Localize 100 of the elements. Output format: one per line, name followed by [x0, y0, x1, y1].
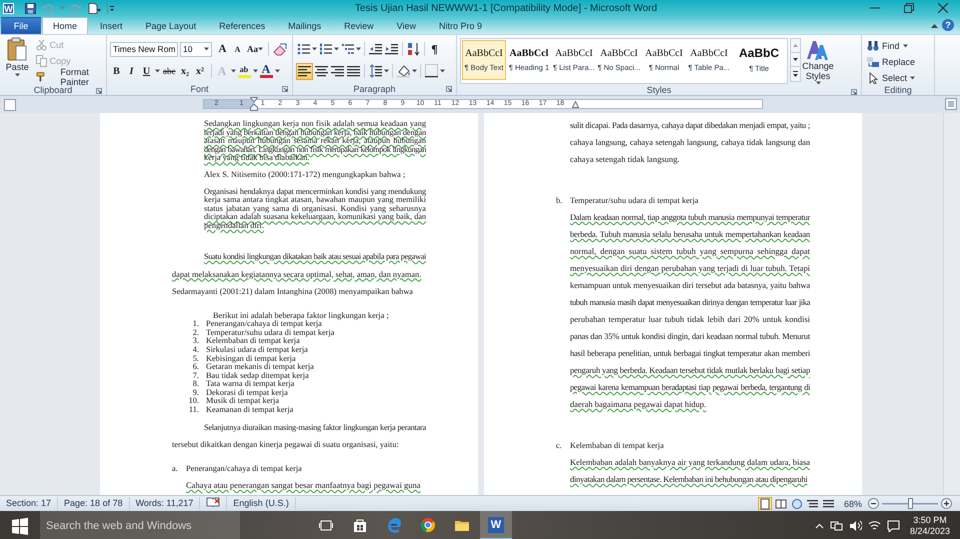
taskbar-app-button[interactable]: W: [480, 511, 512, 539]
scissors-icon: [36, 38, 47, 50]
align-left-icon: [298, 64, 311, 78]
highlight-button[interactable]: ab: [238, 64, 250, 78]
dialog-launcher-icon[interactable]: [282, 86, 288, 92]
minimize-icon: [870, 7, 880, 9]
spacing-button[interactable]: [368, 62, 383, 80]
styles-letters-icon: [806, 39, 830, 61]
caret-icon: [230, 69, 236, 73]
paste-button[interactable]: Paste: [3, 37, 32, 84]
select-button[interactable]: Select: [865, 70, 918, 85]
paragraph-text: Cahaya atau penerangan sangat besar manfaatnya bagi pegawai guna: [186, 479, 422, 492]
zoom-level[interactable]: 68%: [844, 498, 862, 508]
list-item-text: Keamanan di tempat kerja: [206, 406, 294, 415]
list-item-text: Kelembaban di tempat kerja: [206, 337, 300, 346]
language-indicator[interactable]: English (U.S.): [227, 497, 296, 510]
numbering-button[interactable]: [318, 40, 333, 58]
caret-icon: [274, 69, 280, 73]
page-icon: [758, 498, 771, 510]
list-item-text: Penerangan/cahaya di tempat kerja: [206, 320, 322, 329]
view-button[interactable]: [774, 497, 788, 510]
notification-icon[interactable]: [886, 520, 900, 532]
collapse-ribbon-icon[interactable]: [931, 22, 938, 28]
zoom-slider-thumb[interactable]: [908, 498, 913, 509]
chevron-up-icon[interactable]: [814, 522, 824, 528]
dialog-launcher-icon[interactable]: [851, 89, 857, 95]
speaker-icon[interactable]: [848, 520, 862, 531]
save-icon[interactable]: [25, 2, 36, 14]
ribbon-tab[interactable]: Review: [333, 17, 385, 34]
page-indicator[interactable]: Page: 18 of 78: [58, 497, 130, 510]
decrease-indent-icon: [369, 42, 382, 56]
grow-font-button[interactable]: A: [216, 40, 229, 58]
wifi-icon[interactable]: [868, 520, 881, 531]
align-left-button[interactable]: [296, 62, 313, 80]
font-size-field[interactable]: 10: [180, 42, 212, 56]
ribbon-tab[interactable]: View: [386, 17, 427, 34]
tab-selector-icon[interactable]: [4, 98, 16, 110]
caret-icon: [155, 69, 160, 73]
clock-time[interactable]: 3:50 PM: [913, 514, 947, 526]
view-button[interactable]: [806, 497, 820, 510]
paragraph-text: Suatu kondisi lingkungan dikatakan baik atau sesuai apabila para pegawai dapat melaksanakan kegiatannya secara optimal, sehat, aman, dan nyaman.: [172, 251, 426, 281]
ribbon-tab[interactable]: Page Layout: [134, 17, 208, 34]
clock-date[interactable]: 8/24/2023: [910, 526, 950, 536]
group-label: Paragraph: [353, 84, 396, 94]
ribbon-tab[interactable]: Insert: [89, 17, 134, 34]
section-indicator[interactable]: Section: 17: [0, 497, 58, 510]
browser-e-icon: [386, 516, 402, 532]
view-button[interactable]: [822, 497, 836, 510]
show-marks-button[interactable]: ¶: [428, 40, 441, 58]
customize-menu-icon[interactable]: [107, 2, 114, 14]
view-ruler-icon[interactable]: [945, 98, 957, 110]
subscript-button[interactable]: x₂: [178, 62, 192, 80]
list-number: 10.: [188, 397, 200, 406]
dialog-launcher-icon[interactable]: [446, 86, 452, 92]
shrink-font-button[interactable]: A: [231, 40, 244, 58]
new-document-icon[interactable]: [88, 2, 101, 14]
network-icon[interactable]: [830, 520, 843, 531]
sort-button[interactable]: [406, 40, 421, 58]
restore-icon: [904, 3, 914, 13]
paragraph-text: Berikut ini adalah beberapa faktor lingkungan kerja ;: [213, 312, 390, 320]
help-button[interactable]: ?: [942, 19, 954, 31]
shading-button[interactable]: [396, 62, 411, 80]
shopping-bag-icon: [352, 516, 368, 532]
bullets-button[interactable]: [296, 40, 311, 58]
ribbon-tab[interactable]: Mailings: [277, 17, 332, 34]
dialog-launcher-icon[interactable]: [96, 88, 102, 94]
font-name-field[interactable]: Times New Rom: [110, 42, 178, 56]
zoom-in-icon[interactable]: [941, 498, 952, 509]
group-label: Font: [190, 84, 208, 94]
change-case-button[interactable]: Aa: [246, 40, 264, 58]
ribbon-tab[interactable]: Nitro Pro 9: [428, 17, 494, 34]
ribbon-button[interactable]: Format Painter: [34, 69, 103, 84]
ribbon-tab[interactable]: Home: [42, 17, 88, 34]
zoom-out-icon[interactable]: [868, 498, 879, 509]
more-styles-icon[interactable]: [790, 66, 801, 82]
ribbon-tab[interactable]: References: [208, 17, 276, 34]
strikethrough-button[interactable]: abc: [162, 62, 176, 80]
font-color-button[interactable]: A: [260, 64, 272, 78]
word-count[interactable]: Words: 11,217: [130, 497, 200, 510]
superscript-button[interactable]: x²: [194, 62, 206, 80]
eraser-icon[interactable]: [273, 42, 287, 56]
file-tab[interactable]: File: [1, 17, 41, 34]
italic-button[interactable]: I: [125, 62, 138, 80]
view-button[interactable]: [758, 497, 772, 510]
bold-button[interactable]: B: [110, 62, 123, 80]
increase-indent-icon: [385, 42, 398, 56]
list-number: 8.: [192, 380, 200, 389]
view-button[interactable]: [790, 497, 804, 510]
replace-button[interactable]: Replace: [865, 54, 918, 69]
borders-button[interactable]: [424, 62, 439, 80]
list-number: 3.: [192, 337, 200, 346]
caret-icon: [902, 44, 908, 48]
scroll-down-icon[interactable]: [790, 52, 801, 67]
indent-marker-icon[interactable]: [250, 97, 258, 111]
right-indent-marker-icon[interactable]: [572, 101, 579, 108]
find-button[interactable]: Find: [865, 38, 918, 53]
list-item-text: Dekorasi di tempat kerja: [206, 388, 288, 397]
change-styles-button[interactable]: Change Styles: [799, 37, 837, 85]
proofing-icon[interactable]: [206, 496, 220, 507]
underline-button[interactable]: U: [140, 62, 153, 80]
